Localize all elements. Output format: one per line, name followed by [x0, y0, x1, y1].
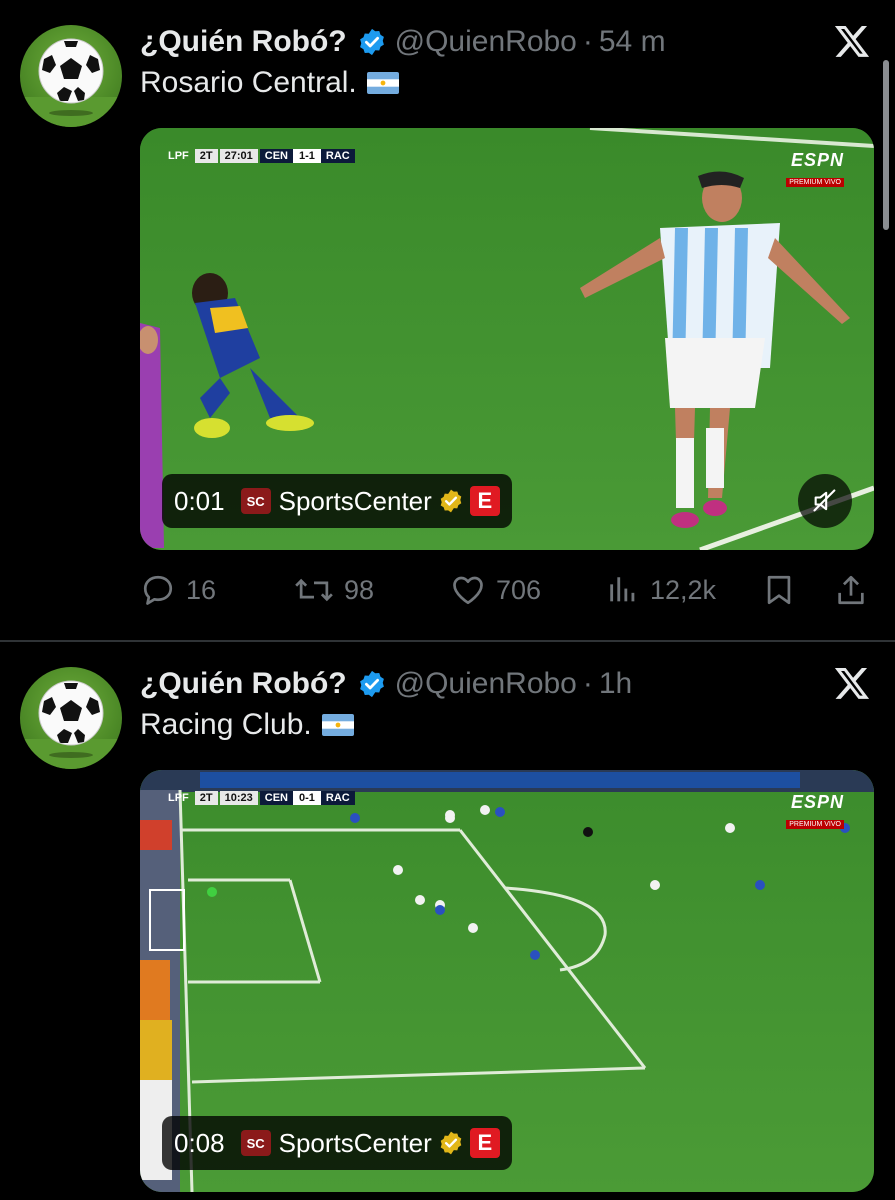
home-team: CEN	[259, 149, 293, 163]
scorebug: LPF 2T 27:01 CEN 1-1 RAC	[168, 148, 355, 164]
mute-button[interactable]	[798, 474, 852, 528]
gold-verified-icon	[440, 1131, 462, 1155]
heart-icon	[453, 576, 483, 605]
sc-logo-icon: SC	[240, 1130, 271, 1156]
home-team: CEN	[259, 791, 293, 805]
share-button[interactable]	[834, 572, 878, 608]
broadcaster-logo: ESPN PREMIUM VIVO	[786, 150, 844, 189]
match-score: 0-1	[293, 791, 321, 805]
match-score: 1-1	[293, 149, 321, 163]
views-icon	[610, 577, 635, 602]
espn-e-icon: E	[469, 486, 500, 516]
like-button[interactable]: 706	[450, 572, 541, 608]
match-half: 2T	[194, 791, 218, 805]
league-label: LPF	[168, 150, 189, 162]
share-icon	[838, 575, 864, 605]
reply-count: 16	[186, 574, 217, 605]
author-handle[interactable]: @QuienRobo	[395, 667, 577, 701]
soccer-ball-icon	[20, 680, 122, 769]
away-team: RAC	[320, 791, 355, 805]
retweet-count: 98	[344, 574, 375, 605]
muted-speaker-icon	[813, 489, 836, 512]
scrollbar[interactable]	[883, 60, 889, 230]
avatar[interactable]	[20, 667, 122, 769]
video-info-pill: 0:08 SC SportsCenter E	[162, 1116, 512, 1170]
scorebug: LPF 2T 10:23 CEN 0-1 RAC	[168, 790, 355, 806]
reply-button[interactable]: 16	[140, 572, 216, 608]
match-half: 2T	[194, 149, 218, 163]
separator: ·	[582, 25, 593, 58]
argentina-flag-icon	[366, 72, 399, 94]
broadcaster-sub: PREMIUM VIVO	[786, 820, 844, 829]
retweet-icon	[295, 578, 333, 602]
author-name[interactable]: ¿Quién Robó?	[140, 25, 347, 59]
video-player[interactable]: LPF 2T 10:23 CEN 0-1 RAC ESPN PREMIUM VI…	[140, 770, 874, 1192]
views-count: 12,2k	[650, 574, 717, 605]
tweet-text: Racing Club.	[140, 708, 354, 742]
broadcaster-name: ESPN	[790, 792, 844, 812]
x-logo-icon[interactable]	[833, 664, 871, 702]
league-label: LPF	[168, 792, 189, 804]
tweet-header: ¿Quién Robó? @QuienRobo · 1h	[140, 664, 632, 704]
author-name[interactable]: ¿Quién Robó?	[140, 667, 347, 701]
retweet-button[interactable]: 98	[294, 572, 374, 608]
broadcaster-name: ESPN	[790, 150, 844, 170]
verified-badge-icon	[359, 670, 384, 698]
timestamp[interactable]: 54 m	[599, 25, 666, 59]
gold-verified-icon	[440, 489, 462, 513]
soccer-ball-icon	[20, 38, 122, 127]
x-logo-icon[interactable]	[833, 22, 871, 60]
author-handle[interactable]: @QuienRobo	[395, 25, 577, 59]
timestamp[interactable]: 1h	[599, 667, 632, 701]
match-clock: 27:01	[219, 149, 258, 163]
match-clock: 10:23	[219, 791, 258, 805]
tweet-body: Racing Club.	[140, 708, 312, 741]
verified-badge-icon	[359, 28, 384, 56]
tweet-actions: 16 98 706 12,2k	[140, 566, 880, 614]
tweet[interactable]: ¿Quién Robó? @QuienRobo · 1h Racing Club…	[0, 642, 895, 1200]
like-count: 706	[496, 574, 542, 605]
views-button[interactable]: 12,2k	[606, 572, 716, 608]
video-source[interactable]: SportsCenter	[279, 486, 432, 517]
avatar[interactable]	[20, 25, 122, 127]
espn-e-icon: E	[469, 1128, 500, 1158]
bookmark-button[interactable]	[762, 572, 806, 608]
broadcaster-sub: PREMIUM VIVO	[786, 178, 844, 187]
tweet-header: ¿Quién Robó? @QuienRobo · 54 m	[140, 22, 666, 62]
broadcaster-logo: ESPN PREMIUM VIVO	[786, 792, 844, 831]
video-source[interactable]: SportsCenter	[279, 1128, 432, 1159]
separator: ·	[582, 667, 593, 700]
sc-logo-icon: SC	[240, 488, 271, 514]
tweet-body: Rosario Central.	[140, 66, 357, 99]
argentina-flag-icon	[321, 714, 354, 736]
video-duration: 0:08	[174, 1127, 225, 1158]
tweet[interactable]: ¿Quién Robó? @QuienRobo · 54 m Rosario C…	[0, 0, 895, 640]
reply-icon	[143, 575, 173, 605]
video-info-pill: 0:01 SC SportsCenter E	[162, 474, 512, 528]
tweet-text: Rosario Central.	[140, 66, 399, 100]
video-duration: 0:01	[174, 485, 225, 516]
bookmark-icon	[767, 575, 791, 605]
video-player[interactable]: LPF 2T 27:01 CEN 1-1 RAC ESPN PREMIUM VI…	[140, 128, 874, 550]
away-team: RAC	[320, 149, 355, 163]
